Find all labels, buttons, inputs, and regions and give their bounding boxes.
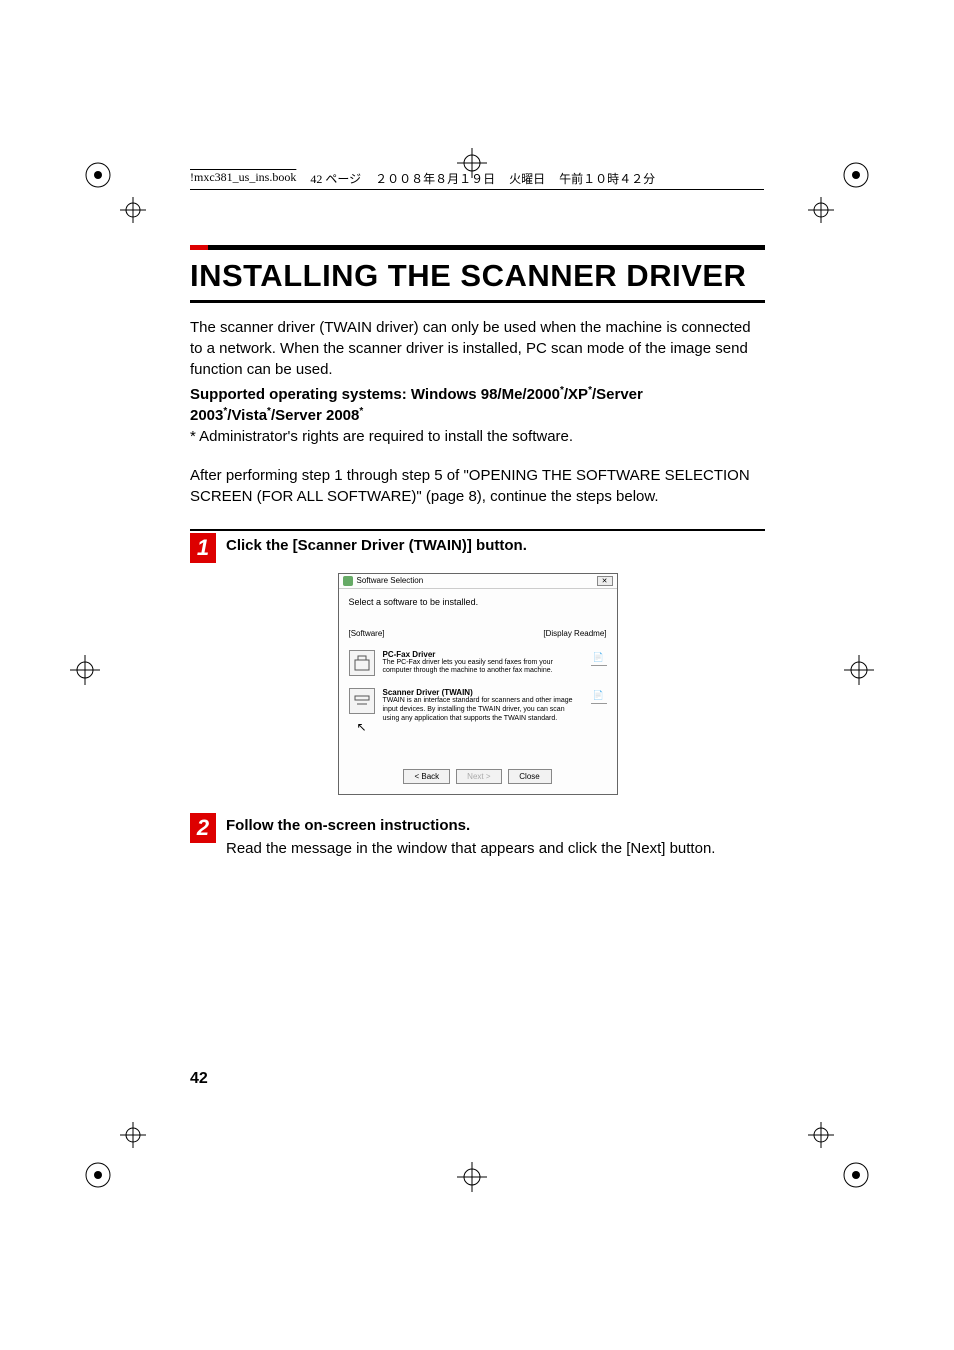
scanner-icon (349, 688, 375, 714)
window-titlebar: Software Selection ✕ (339, 574, 617, 589)
window-icon (343, 576, 353, 586)
crop-mark (808, 1122, 834, 1153)
step-text: Read the message in the window that appe… (226, 838, 765, 859)
crop-mark (78, 155, 118, 195)
back-button[interactable]: < Back (403, 769, 450, 784)
window-title: Software Selection (357, 576, 424, 585)
header-page: 42 ページ (310, 170, 361, 187)
software-item-pcfax[interactable]: PC-Fax Driver The PC-Fax driver lets you… (339, 644, 617, 683)
header-time: 午前１０時４２分 (559, 170, 655, 187)
rule-top (190, 245, 765, 250)
crop-mark (120, 1122, 146, 1153)
software-label: [Software] (349, 629, 385, 638)
readme-label: [Display Readme] (543, 629, 606, 638)
crop-mark (836, 1155, 876, 1195)
crop-mark (70, 655, 110, 695)
header-day: 火曜日 (509, 170, 545, 187)
readme-icon[interactable]: 📄 (591, 688, 607, 704)
step-rule (190, 529, 765, 531)
step-number: 1 (190, 533, 216, 563)
item-desc: The PC-Fax driver lets you easily send f… (383, 659, 583, 677)
close-button[interactable]: Close (508, 769, 552, 784)
crop-mark (78, 1155, 118, 1195)
software-item-twain[interactable]: Scanner Driver (TWAIN) TWAIN is an inter… (339, 682, 617, 729)
item-title: Scanner Driver (TWAIN) (383, 688, 583, 697)
crop-mark (844, 655, 884, 695)
step-1: 1 Click the [Scanner Driver (TWAIN)] but… (190, 529, 765, 796)
readme-icon[interactable]: 📄 (591, 650, 607, 666)
step-number: 2 (190, 813, 216, 843)
crop-mark (836, 155, 876, 195)
next-button[interactable]: Next > (456, 769, 501, 784)
item-title: PC-Fax Driver (383, 650, 583, 659)
page-content: INSTALLING THE SCANNER DRIVER The scanne… (190, 245, 765, 871)
continue-text: After performing step 1 through step 5 o… (190, 465, 765, 507)
rule-bottom (190, 300, 765, 303)
header-filename: !mxc381_us_ins.book (190, 170, 296, 187)
software-selection-window: Software Selection ✕ Select a software t… (338, 573, 618, 796)
supported-os: Supported operating systems: Windows 98/… (190, 384, 765, 426)
step-title: Click the [Scanner Driver (TWAIN)] butto… (226, 537, 765, 554)
crop-mark (457, 1162, 497, 1202)
crop-mark (457, 148, 497, 188)
crop-mark (120, 197, 146, 228)
crop-mark (808, 197, 834, 228)
pcfax-icon (349, 650, 375, 676)
intro-text: The scanner driver (TWAIN driver) can on… (190, 317, 765, 380)
page-number: 42 (190, 1070, 208, 1088)
step-2: 2 Follow the on-screen instructions. Rea… (190, 813, 765, 859)
step-title: Follow the on-screen instructions. (226, 817, 765, 834)
page-title: INSTALLING THE SCANNER DRIVER (190, 258, 765, 294)
item-desc: TWAIN is an interface standard for scann… (383, 697, 583, 723)
close-button[interactable]: ✕ (597, 576, 613, 586)
window-prompt: Select a software to be installed. (339, 589, 617, 629)
footnote-text: * Administrator's rights are required to… (190, 426, 765, 447)
